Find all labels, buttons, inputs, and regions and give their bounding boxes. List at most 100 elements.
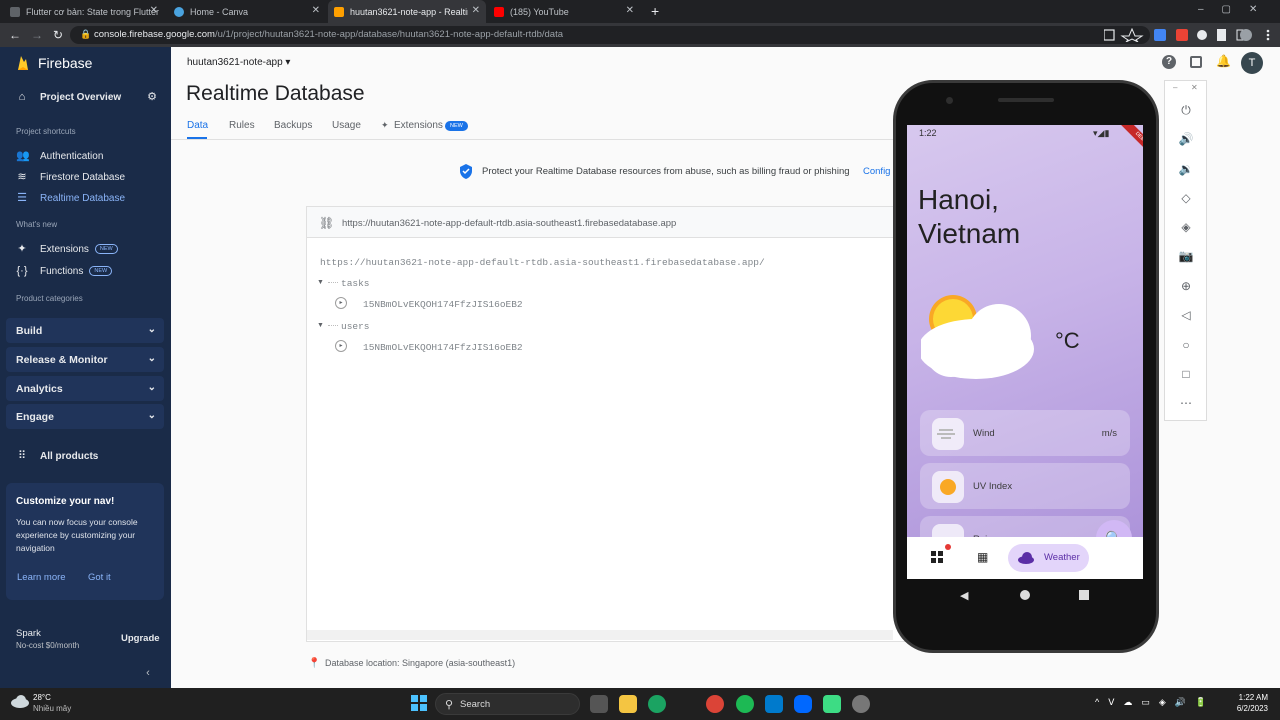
expand-child-icon[interactable]: ▸ [335,297,347,309]
browser-tab-canva[interactable]: Home - Canva ✕ [168,0,326,23]
address-url[interactable]: console.firebase.google.com/u/1/project/… [94,29,563,40]
window-controls-icon[interactable]: –▢✕ [1198,4,1275,15]
search-label: Search [460,699,491,710]
volume-down-icon[interactable]: 🔉 [1178,161,1194,177]
notifications-bell-icon[interactable]: 🔔 [1216,54,1231,68]
chrome-icon[interactable] [706,695,724,713]
all-products-link[interactable]: All products [40,451,98,462]
project-selector[interactable]: huutan3621-note-app ▾ [187,57,290,68]
system-tray-icons[interactable]: ^Ⅴ☁▭◈🔊🔋 [1095,697,1215,708]
dashboard-icon[interactable] [931,544,951,563]
browser-tab-flutter[interactable]: Flutter cơ bản: State trong Flutter ✕ [4,0,164,23]
reload-icon[interactable]: ↻ [51,28,65,42]
customize-nav-card: Customize your nav! You can now focus yo… [6,483,164,600]
rotate-left-icon[interactable]: ◇ [1178,190,1194,206]
sidebar-item-functions[interactable]: Functions NEW [40,266,113,277]
browser-tab-youtube[interactable]: (185) YouTube ✕ [488,0,640,23]
overview-icon[interactable]: □ [1178,366,1194,382]
close-tab-icon[interactable]: ✕ [312,5,320,16]
reference-url[interactable]: https://huutan3621-note-app-default-rtdb… [342,218,676,229]
zoom-icon[interactable]: ⊕ [1178,278,1194,294]
weather-card-uv[interactable]: UV Index [920,463,1130,509]
minimize-icon[interactable]: – [1173,83,1177,92]
android-back-icon[interactable]: ◀ [960,589,968,602]
upgrade-button[interactable]: Upgrade [121,633,160,644]
node-child-users[interactable]: 15NBmOLvEKQOH174FfzJIS16oEB2 [363,342,523,353]
tab-data[interactable]: Data [187,120,208,131]
taskbar-search[interactable]: ⚲ Search [435,693,580,715]
close-tab-icon[interactable]: ✕ [626,5,634,16]
people-icon: 👥 [16,150,30,162]
forward-icon[interactable]: → [30,28,44,42]
browser-tab-firebase[interactable]: huutan3621-note-app - Realtime ✕ [328,0,486,23]
task-view-icon[interactable] [590,695,608,713]
horizontal-scrollbar[interactable] [307,630,893,640]
app-icon[interactable] [852,695,870,713]
learn-more-link[interactable]: Learn more [17,572,66,583]
tab-rules[interactable]: Rules [229,120,255,131]
earpiece [998,98,1054,102]
configure-link[interactable]: Config [863,166,893,177]
root-url[interactable]: https://huutan3621-note-app-default-rtdb… [320,257,765,268]
settings-gear-icon[interactable]: ⚙ [146,91,158,103]
tab-usage[interactable]: Usage [332,120,361,131]
tab-extensions[interactable]: Extensions [394,120,443,131]
android-home-icon[interactable] [1020,590,1030,600]
sidebar-item-realtime-database[interactable]: Realtime Database [40,193,125,204]
tab-backups[interactable]: Backups [274,120,312,131]
collapse-sidebar-icon[interactable]: ‹ [142,667,154,679]
weather-card-wind[interactable]: Wind m/s [920,410,1130,456]
feedback-icon[interactable] [1190,56,1202,68]
close-emulator-icon[interactable]: ✕ [1191,83,1198,92]
new-badge: NEW [94,244,118,255]
back-icon[interactable]: ← [8,28,22,42]
new-tab-icon[interactable]: + [651,3,659,19]
close-tab-icon[interactable]: ✕ [150,5,158,16]
nav-weather-label: Weather [1044,552,1080,563]
taskbar-clock-time[interactable]: 1:22 AM [1228,693,1268,702]
android-recents-icon[interactable] [1079,590,1089,600]
android-studio-icon[interactable] [823,695,841,713]
rotate-right-icon[interactable]: ◈ [1178,219,1194,235]
user-avatar[interactable]: T [1241,52,1263,74]
expand-arrow-icon[interactable]: ▼ [317,279,324,286]
vscode-icon[interactable] [765,695,783,713]
taskbar-temp[interactable]: 28°C [33,693,51,702]
node-key-users[interactable]: users [341,321,370,332]
nav-weather-tab[interactable]: Weather [1008,544,1089,572]
power-icon[interactable]: ⏻ [1178,102,1194,118]
project-overview-link[interactable]: Project Overview [40,92,121,103]
expand-arrow-icon[interactable]: ▼ [317,322,324,329]
sidebar-item-authentication[interactable]: Authentication [40,151,103,162]
categories-heading: Product categories [16,294,83,303]
section-analytics[interactable]: Analytics ⌄ [6,376,164,401]
section-release-monitor[interactable]: Release & Monitor ⌄ [6,347,164,372]
shortcuts-heading: Project shortcuts [16,127,76,136]
node-child-tasks[interactable]: 15NBmOLvEKQOH174FfzJIS16oEB2 [363,299,523,310]
taskbar-weather[interactable]: Nhiều mây [33,704,71,713]
more-icon[interactable]: ⋯ [1178,395,1194,411]
node-key-tasks[interactable]: tasks [341,278,370,289]
taskbar-clock-date[interactable]: 6/2/2023 [1228,704,1268,713]
file-explorer-icon[interactable] [619,695,637,713]
firebase-brand[interactable]: Firebase [38,55,92,71]
expand-child-icon[interactable]: ▸ [335,340,347,352]
zalo-icon[interactable] [794,695,812,713]
home-icon[interactable]: ○ [1178,337,1194,353]
camera-icon[interactable]: 📷 [1178,248,1194,264]
windows-start-icon[interactable] [411,695,427,711]
calendar-icon[interactable]: ▦ [977,550,988,564]
spotify-icon[interactable] [736,695,754,713]
back-icon[interactable]: ◁ [1178,307,1194,323]
sidebar-item-extensions[interactable]: Extensions NEW [40,244,118,255]
lock-icon: 🔒 [80,29,92,39]
sidebar-item-firestore[interactable]: Firestore Database [40,172,125,183]
edge-icon[interactable] [648,695,666,713]
section-build[interactable]: Build ⌄ [6,318,164,343]
got-it-button[interactable]: Got it [88,572,111,583]
section-engage[interactable]: Engage ⌄ [6,404,164,429]
close-tab-icon[interactable]: ✕ [467,5,480,16]
cloud-sun-icon [918,291,1041,381]
volume-up-icon[interactable]: 🔊 [1178,131,1194,147]
help-icon[interactable]: ? [1162,55,1176,69]
